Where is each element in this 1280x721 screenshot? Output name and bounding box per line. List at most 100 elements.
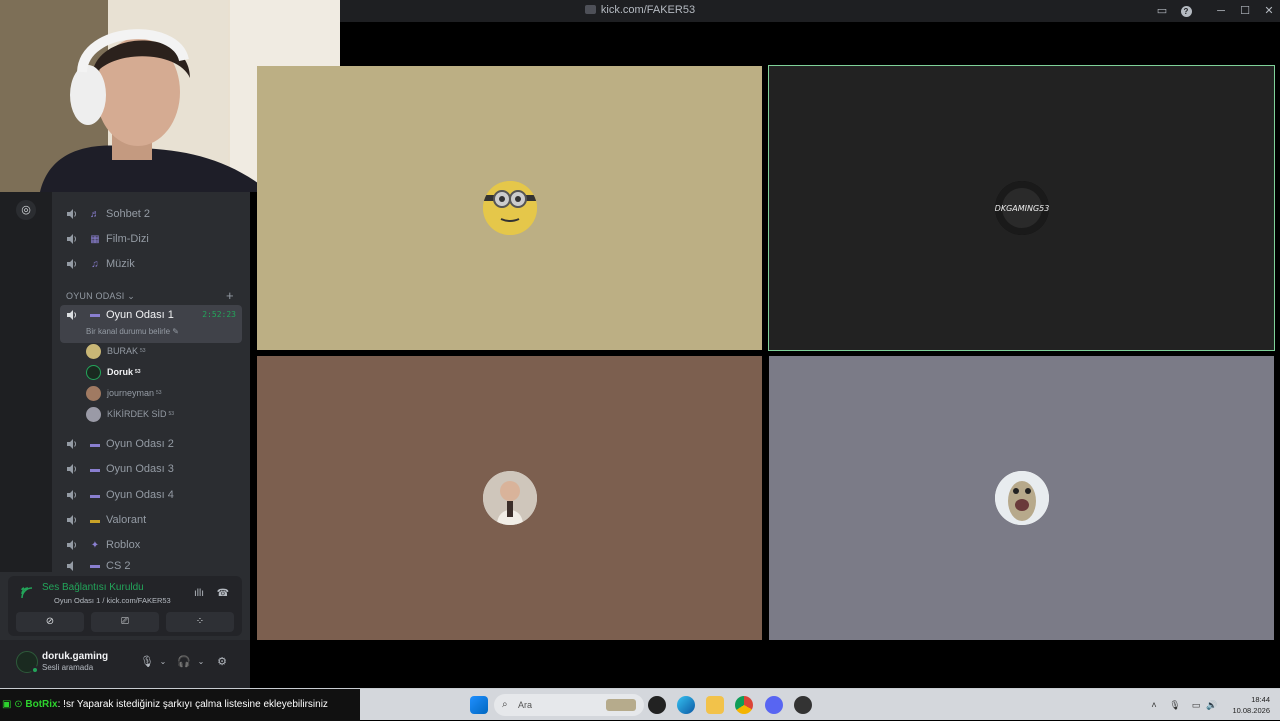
chat-ticker: ▣ ⊙ BotRix: !sr Yaparak istediğiniz şark… <box>0 689 360 721</box>
voice-user[interactable]: KİKİRDEK SİD 53 <box>86 405 174 423</box>
participant-avatar <box>483 181 537 235</box>
chevron-down-icon[interactable]: ⌄ <box>194 655 208 669</box>
add-channel-icon[interactable]: + <box>226 288 234 303</box>
signal-icon <box>21 587 33 599</box>
speaker-icon <box>67 310 77 320</box>
explore-icon[interactable]: ◎ <box>16 200 36 220</box>
camera-off-button[interactable]: ⊘ <box>16 612 84 632</box>
category-oyun-odasi[interactable]: OYUN ODASI ⌄ <box>66 291 135 302</box>
avatar <box>86 406 101 422</box>
note-icon: ♫ <box>91 258 99 270</box>
voice-connected-subtitle[interactable]: Oyun Odası 1 / kick.com/FAKER53 <box>54 596 171 605</box>
alien-icon: ✦ <box>90 539 100 551</box>
music-notes-icon: ♬ <box>90 208 100 220</box>
media-player-icon[interactable] <box>648 696 666 714</box>
film-icon: ▦ <box>90 233 100 245</box>
gamepad-icon: ▬ <box>90 560 100 571</box>
activities-button[interactable]: ⁘ <box>166 612 234 632</box>
video-tile[interactable] <box>769 356 1274 640</box>
site-icon <box>584 5 596 14</box>
discord-icon[interactable] <box>765 696 783 714</box>
inbox-icon[interactable]: ▭ <box>1155 4 1169 18</box>
gamepad-icon: ▬ <box>90 489 100 501</box>
speaker-icon <box>67 515 77 525</box>
speaker-icon <box>67 259 77 269</box>
taskbar-search[interactable]: ⌕ Ara <box>494 694 644 716</box>
voice-status-panel: Ses Bağlantısı Kuruldu Oyun Odası 1 / ki… <box>8 576 242 636</box>
network-icon[interactable]: ▭ <box>1190 699 1202 711</box>
participant-avatar <box>483 471 537 525</box>
speaker-icon <box>67 439 77 449</box>
file-explorer-icon[interactable] <box>706 696 724 714</box>
app-icon[interactable] <box>794 696 812 714</box>
start-icon[interactable] <box>470 696 488 714</box>
gun-icon: ▬ <box>90 514 100 526</box>
channel-roblox[interactable]: ✦ Roblox <box>60 534 242 556</box>
call-timer: 2:52:23 <box>202 310 236 319</box>
noise-suppression-icon[interactable]: ıllı <box>192 588 206 600</box>
speaker-icon <box>67 561 73 571</box>
screen-share-button[interactable]: ⎚ <box>91 612 159 632</box>
user-status: Sesli aramada <box>42 663 94 672</box>
voice-connected-title[interactable]: Ses Bağlantısı Kuruldu <box>42 582 144 593</box>
gamepad-icon: ▬ <box>90 309 100 320</box>
speaker-icon <box>67 540 77 550</box>
ticker-brand: BotRix <box>25 699 58 710</box>
badge: 53 <box>168 411 175 417</box>
channel-status-prompt[interactable]: Bir kanal durumu belirle ✎ <box>86 327 179 336</box>
badge: 53 <box>156 390 162 396</box>
speaker-icon <box>67 234 77 244</box>
avatar <box>86 343 101 359</box>
speaker-icon <box>67 209 77 219</box>
close-icon[interactable]: ✕ <box>1262 4 1276 18</box>
video-tile[interactable]: DKGAMING53 <box>768 65 1275 351</box>
speaker-icon <box>67 490 77 500</box>
server-rail: ◎ <box>0 192 52 572</box>
badge: 53 <box>135 369 141 375</box>
voice-user[interactable]: journeyman 53 <box>86 384 162 402</box>
avatar <box>86 364 101 380</box>
ticker-text: : !sr Yaparak istediğiniz şarkıyı çalma … <box>57 699 328 710</box>
voice-user[interactable]: BURAK 53 <box>86 342 146 360</box>
search-icon: ⌕ <box>502 699 508 710</box>
os-taskbar: ▣ ⊙ BotRix: !sr Yaparak istediğiniz şark… <box>0 688 1280 721</box>
microphone-tray-icon[interactable]: 🎙 <box>1169 699 1181 711</box>
channel-cs-2[interactable]: ▬ CS 2 <box>60 560 242 572</box>
channel-oyun-odasi-1[interactable]: ▬ Oyun Odası 1 2:52:23 Bir kanal durumu b… <box>60 305 242 343</box>
disconnect-icon[interactable]: ☎ <box>216 588 230 600</box>
gamepad-icon: ▬ <box>90 438 100 450</box>
headphones-icon[interactable]: 🎧 <box>177 655 191 669</box>
avatar <box>86 385 101 401</box>
video-tile[interactable] <box>257 66 762 350</box>
speaker-icon <box>67 464 77 474</box>
maximize-icon[interactable]: ☐ <box>1238 4 1252 18</box>
search-highlight-image <box>606 699 636 711</box>
minimize-icon[interactable]: ─ <box>1214 4 1228 18</box>
gamepad-icon: ▬ <box>90 463 100 475</box>
online-status-dot <box>31 666 39 674</box>
help-icon[interactable]: ? <box>1179 4 1193 18</box>
chevron-up-icon[interactable]: ˄ <box>1148 699 1160 711</box>
channel-valorant[interactable]: ▬ Valorant <box>60 509 242 531</box>
channel-muzik[interactable]: ♫ Müzik <box>60 253 242 275</box>
user-panel: doruk.gaming Sesli aramada 🎙 ⌄ 🎧 ⌄ ⚙ <box>0 640 250 688</box>
microphone-icon[interactable]: 🎙 <box>140 655 154 669</box>
participant-avatar: DKGAMING53 <box>995 181 1049 235</box>
channel-oyun-odasi-2[interactable]: ▬ Oyun Odası 2 <box>60 433 242 455</box>
volume-icon[interactable]: 🔊 <box>1206 699 1218 711</box>
channel-film-dizi[interactable]: ▦ Film-Dizi <box>60 228 242 250</box>
channel-oyun-odasi-3[interactable]: ▬ Oyun Odası 3 <box>60 458 242 480</box>
gear-icon[interactable]: ⚙ <box>215 655 229 669</box>
logo-text: DKGAMING53 <box>995 204 1049 213</box>
channel-oyun-odasi-4[interactable]: ▬ Oyun Odası 4 <box>60 484 242 506</box>
voice-user[interactable]: Doruk 53 <box>86 363 141 381</box>
badge: 53 <box>140 348 146 354</box>
username[interactable]: doruk.gaming <box>42 651 108 662</box>
edge-icon[interactable] <box>677 696 695 714</box>
clock[interactable]: 18:44 10.08.2026 <box>1232 694 1270 716</box>
video-tile[interactable] <box>257 356 762 640</box>
channel-sohbet-2[interactable]: ♬ Sohbet 2 <box>60 203 242 225</box>
participant-avatar <box>995 471 1049 525</box>
chevron-down-icon[interactable]: ⌄ <box>156 655 170 669</box>
chrome-icon[interactable] <box>735 696 753 714</box>
